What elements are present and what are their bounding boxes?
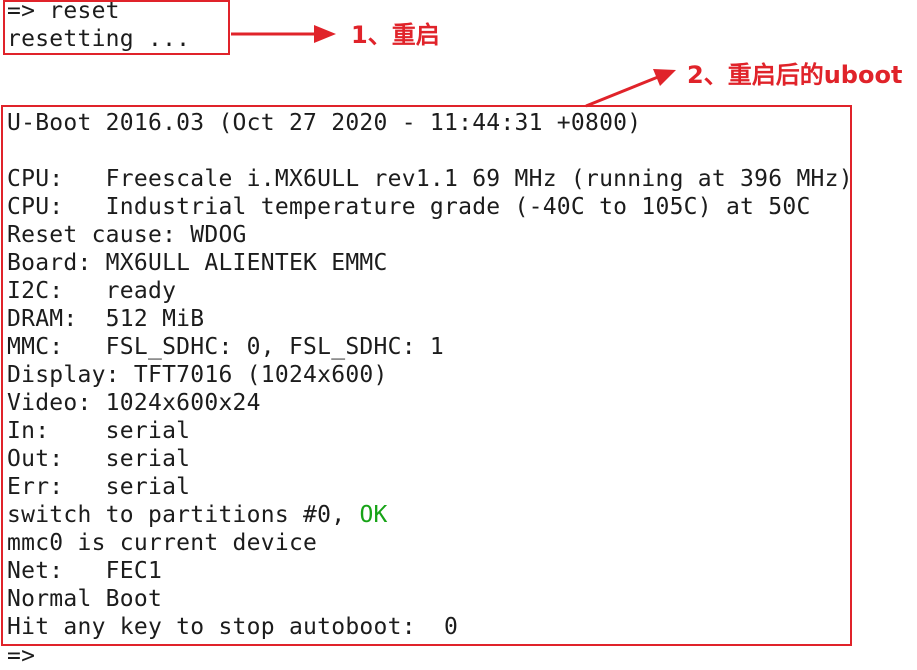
reset-highlight-box (3, 0, 230, 55)
uboot-annotation: 2、重启后的uboot (687, 61, 903, 89)
uboot-highlight-box (1, 105, 852, 646)
command-prompt[interactable]: => (7, 642, 35, 670)
reset-annotation: 1、重启 (351, 21, 440, 49)
